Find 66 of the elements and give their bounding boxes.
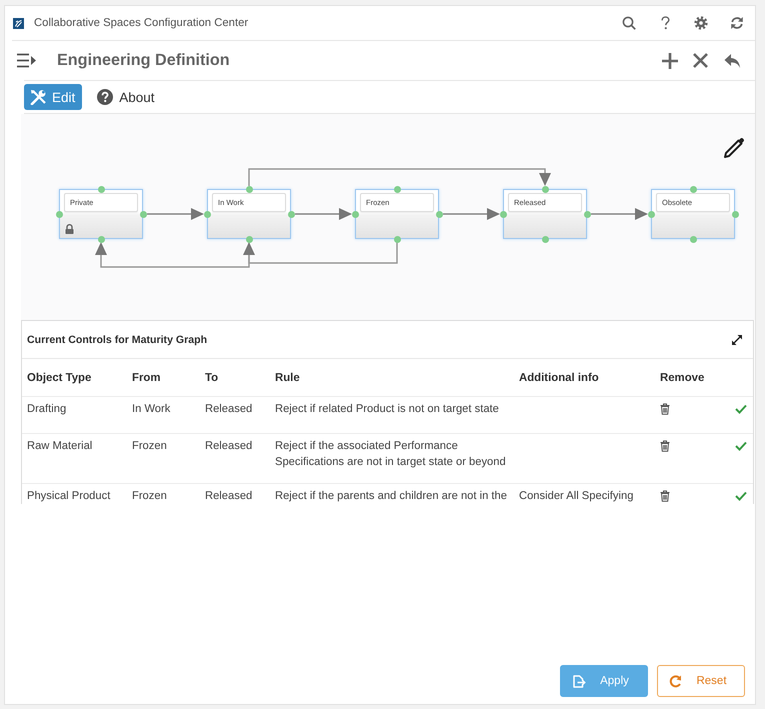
search-icon[interactable]	[622, 16, 636, 30]
tab[interactable]: About	[91, 84, 162, 110]
close-icon[interactable]	[693, 53, 708, 68]
app-title: Collaborative Spaces Configuration Center	[34, 17, 248, 29]
table-cell-text: Physical Product	[27, 489, 110, 504]
handle-dot-icon[interactable]	[140, 211, 147, 218]
handle-dot-icon[interactable]	[690, 186, 697, 193]
trash-icon[interactable]	[660, 440, 670, 452]
handle-dot-icon[interactable]	[436, 211, 443, 218]
handle-dot-icon[interactable]	[732, 211, 739, 218]
table-cell-text: In Work	[132, 402, 170, 417]
trash-icon[interactable]	[660, 403, 670, 415]
app-logo-icon	[13, 18, 24, 28]
tools-icon	[30, 89, 46, 105]
column-header: Object Type	[27, 371, 92, 386]
document-arrow-icon	[573, 674, 586, 688]
help-icon[interactable]	[660, 16, 670, 30]
handle-dot-icon[interactable]	[288, 211, 295, 218]
page-title: Engineering Definition	[57, 51, 230, 70]
table-cell-text: Released	[205, 402, 252, 417]
pencil-icon[interactable]	[722, 137, 745, 160]
column-header: To	[205, 371, 218, 386]
table-cell-text: Reject if the associated Performance Specifications are not in target state or beyond	[275, 439, 507, 470]
tab[interactable]: Edit	[24, 84, 82, 110]
handle-dot-icon[interactable]	[352, 211, 359, 218]
transition-arrow	[443, 208, 500, 220]
table-cell-text: Frozen	[132, 489, 167, 504]
handle-dot-icon[interactable]	[394, 186, 401, 193]
table-cell-text: Reject if the parents and children are not in the	[275, 489, 507, 504]
expand-icon[interactable]	[731, 334, 743, 346]
add-icon[interactable]	[662, 52, 678, 68]
handle-dot-icon[interactable]	[500, 211, 507, 218]
handle-dot-icon[interactable]	[584, 211, 591, 218]
circular-arrow-icon	[669, 674, 682, 688]
table-cell-text: Released	[205, 439, 252, 454]
column-header: Remove	[660, 371, 704, 386]
reply-arrow-icon[interactable]	[724, 53, 740, 68]
handle-dot-icon[interactable]	[690, 236, 697, 243]
panel-title: Current Controls for Maturity Graph	[27, 334, 208, 346]
handle-dot-icon[interactable]	[542, 236, 549, 243]
question-circle-icon	[97, 89, 114, 105]
settings-icon[interactable]	[694, 16, 708, 30]
handle-dot-icon[interactable]	[542, 186, 549, 193]
handle-dot-icon[interactable]	[98, 186, 105, 193]
table-cell-text: Raw Material	[27, 439, 92, 454]
table-cell-text: Drafting	[27, 402, 66, 417]
column-header: Rule	[275, 371, 300, 386]
handle-dot-icon[interactable]	[56, 211, 63, 218]
handle-dot-icon[interactable]	[98, 236, 105, 243]
handle-dot-icon[interactable]	[648, 211, 655, 218]
refresh-icon[interactable]	[730, 16, 744, 30]
handle-dot-icon[interactable]	[246, 236, 253, 243]
trash-icon[interactable]	[660, 490, 670, 502]
column-header: Additional info	[519, 371, 599, 386]
table-cell-text: Consider All Specifying	[519, 489, 634, 504]
menu-icon[interactable]	[17, 53, 36, 68]
handle-dot-icon[interactable]	[246, 186, 253, 193]
table-cell-text: Reject if related Product is not on target state	[275, 402, 499, 417]
column-header: From	[132, 371, 160, 386]
handle-dot-icon[interactable]	[204, 211, 211, 218]
table-cell-text: Released	[205, 489, 252, 504]
transition-arrow	[591, 208, 648, 220]
transition-arrow	[147, 208, 204, 220]
table-cell-text: Frozen	[132, 439, 167, 454]
transition-arrow	[295, 208, 352, 220]
handle-dot-icon[interactable]	[394, 236, 401, 243]
